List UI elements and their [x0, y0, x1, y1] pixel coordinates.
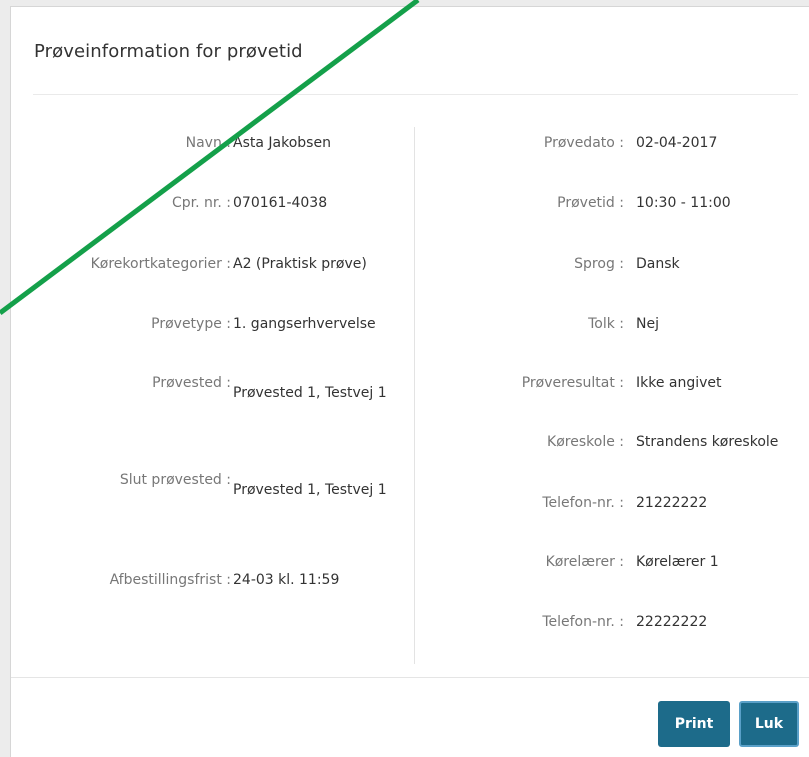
field-value-korekortkategorier: A2 (Praktisk prøve): [233, 256, 367, 272]
field-label-afbestillingsfrist: Afbestillingsfrist :: [109, 572, 231, 588]
field-label-navn: Navn :: [185, 135, 231, 151]
field-label-provetid: Prøvetid :: [557, 195, 624, 211]
field-value-tolk: Nej: [636, 316, 659, 332]
field-label-telefon-koreskole: Telefon-nr. :: [542, 495, 624, 511]
footer-divider: [11, 677, 809, 678]
field-label-provedato: Prøvedato :: [543, 135, 624, 151]
header-divider: [33, 94, 798, 95]
field-label-slut-provested: Slut prøvested :: [119, 472, 231, 488]
field-value-provested: Prøvested 1, Testvej 1: [233, 385, 387, 401]
field-label-proveresultat: Prøveresultat :: [521, 375, 624, 391]
field-label-sprog: Sprog :: [574, 256, 624, 272]
field-value-proveresultat: Ikke angivet: [636, 375, 722, 391]
field-value-provetype: 1. gangserhvervelse: [233, 316, 376, 332]
field-value-telefon-koreskole: 21222222: [636, 495, 708, 511]
field-label-provetype: Prøvetype :: [151, 316, 231, 332]
field-value-koreskole: Strandens køreskole: [636, 434, 779, 450]
field-label-provested: Prøvested :: [152, 375, 231, 391]
close-button[interactable]: Luk: [739, 701, 799, 747]
field-label-telefon-korelaerer: Telefon-nr. :: [542, 614, 624, 630]
field-label-cpr: Cpr. nr. :: [172, 195, 231, 211]
field-label-koreskole: Køreskole :: [547, 434, 624, 450]
test-info-dialog: Prøveinformation for prøvetid Navn : Ast…: [10, 6, 809, 757]
field-value-cpr: 070161-4038: [233, 195, 328, 211]
field-value-slut-provested: Prøvested 1, Testvej 1: [233, 482, 387, 498]
field-label-korekortkategorier: Kørekortkategorier :: [90, 256, 231, 272]
field-value-navn: Asta Jakobsen: [233, 135, 331, 151]
field-label-korelaerer: Kørelærer :: [545, 554, 624, 570]
print-button[interactable]: Print: [658, 701, 730, 747]
dialog-title: Prøveinformation for prøvetid: [34, 41, 303, 62]
field-value-sprog: Dansk: [636, 256, 680, 272]
field-label-tolk: Tolk :: [588, 316, 624, 332]
field-value-provedato: 02-04-2017: [636, 135, 718, 151]
field-value-afbestillingsfrist: 24-03 kl. 11:59: [233, 572, 340, 588]
field-value-telefon-korelaerer: 22222222: [636, 614, 708, 630]
column-divider: [414, 127, 415, 664]
field-value-provetid: 10:30 - 11:00: [636, 195, 731, 211]
field-value-korelaerer: Kørelærer 1: [636, 554, 719, 570]
